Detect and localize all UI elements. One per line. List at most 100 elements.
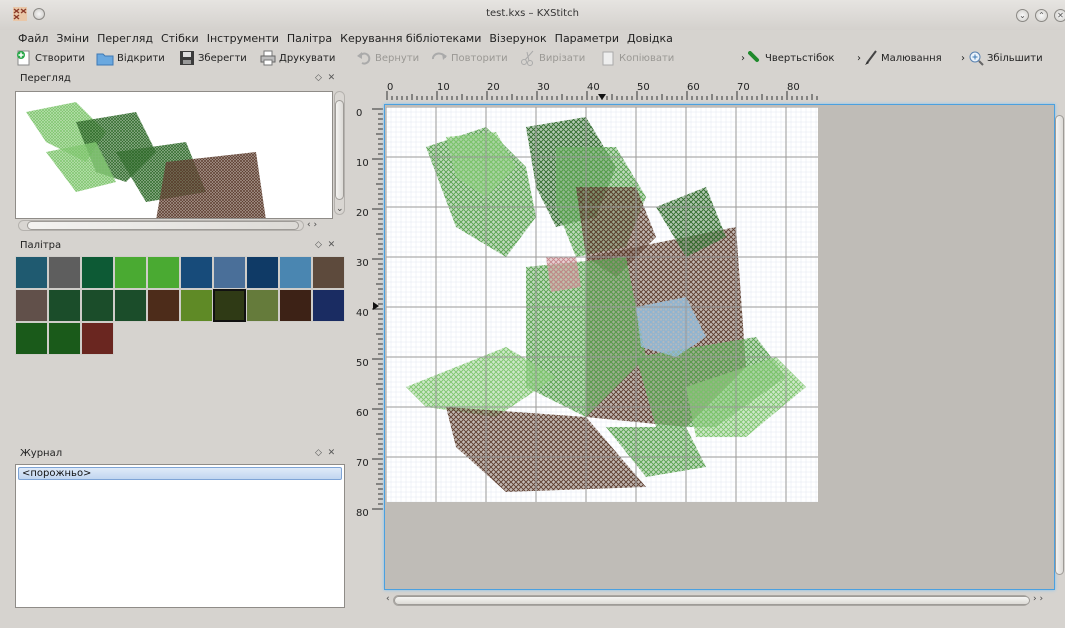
- ruler-cursor-marker: [598, 94, 606, 100]
- redo-label: Повторити: [451, 52, 508, 64]
- palette-swatch[interactable]: [213, 256, 246, 289]
- palette-swatch[interactable]: [312, 256, 345, 289]
- dock-close-icon[interactable]: ✕: [328, 448, 336, 458]
- ruler-label: 60: [687, 82, 700, 93]
- print-button[interactable]: Друкувати: [260, 49, 335, 67]
- menu-edit[interactable]: Зміни: [56, 30, 95, 47]
- history-item[interactable]: <порожньо>: [18, 467, 342, 480]
- palette-swatch[interactable]: [81, 322, 114, 355]
- scroll-left-icon[interactable]: ‹: [386, 594, 390, 604]
- horizontal-ruler-ticks: 0 10 20 30 40 50 60 70 80: [386, 82, 818, 100]
- history-dock-title: Журнал: [20, 448, 63, 459]
- palette-swatch[interactable]: [279, 289, 312, 322]
- preview-horizontal-thumb[interactable]: [27, 221, 299, 230]
- palette-swatch[interactable]: [48, 289, 81, 322]
- editor-vertical-scrollbar[interactable]: [1055, 107, 1065, 589]
- stitch-type-button[interactable]: › Чвертьстібок: [741, 49, 834, 67]
- palette-swatch[interactable]: [15, 289, 48, 322]
- preview-panel[interactable]: [15, 91, 333, 219]
- stitch-type-label: Чвертьстібок: [765, 52, 835, 64]
- float-icon[interactable]: ◇: [315, 73, 322, 83]
- dock-close-icon[interactable]: ✕: [328, 73, 336, 83]
- dock-close-icon[interactable]: ✕: [328, 240, 336, 250]
- copy-icon: [602, 51, 614, 66]
- save-button[interactable]: Зберегти: [179, 49, 247, 67]
- print-label: Друкувати: [279, 52, 336, 64]
- close-icon[interactable]: ✕: [1054, 9, 1065, 22]
- menu-stitches[interactable]: Стібки: [161, 30, 205, 47]
- palette-swatch[interactable]: [15, 322, 48, 355]
- menu-pattern[interactable]: Візерунок: [489, 30, 552, 47]
- zoom-in-icon: [969, 51, 984, 66]
- window-title: test.kxs – KXStitch: [486, 8, 579, 19]
- undo-label: Вернути: [375, 52, 420, 64]
- menu-help[interactable]: Довідка: [627, 30, 679, 47]
- preview-vertical-thumb[interactable]: [335, 100, 344, 200]
- palette-swatch[interactable]: [279, 256, 312, 289]
- zoom-in-button[interactable]: › Збільшити: [961, 49, 1043, 67]
- menu-library[interactable]: Керування бібліотеками: [340, 30, 487, 47]
- palette-swatch[interactable]: [81, 256, 114, 289]
- ruler-label: 60: [356, 408, 369, 419]
- ruler-label: 40: [587, 82, 600, 93]
- editor-horizontal-thumb[interactable]: [394, 596, 1030, 605]
- ruler-label: 80: [787, 82, 800, 93]
- quarter-stitch-icon: [748, 51, 759, 62]
- undo-button[interactable]: Вернути: [356, 49, 419, 67]
- palette-swatch[interactable]: [180, 289, 213, 322]
- ruler-label: 10: [356, 158, 369, 169]
- menu-view[interactable]: Перегляд: [97, 30, 159, 47]
- maximize-icon[interactable]: ⌃: [1035, 9, 1048, 22]
- palette-swatch[interactable]: [147, 256, 180, 289]
- palette-dock-buttons: ◇ ✕: [315, 240, 335, 250]
- menu-settings[interactable]: Параметри: [555, 30, 625, 47]
- ruler-label: 0: [356, 108, 362, 119]
- menu-bar: Файл Зміни Перегляд Стібки Інструменти П…: [0, 30, 1065, 47]
- draw-tool-button[interactable]: › Малювання: [857, 49, 942, 67]
- menu-tools[interactable]: Інструменти: [207, 30, 285, 47]
- ruler-label: 20: [487, 82, 500, 93]
- palette-swatch[interactable]: [48, 256, 81, 289]
- ruler-label: 20: [356, 208, 369, 219]
- palette-swatch[interactable]: [48, 322, 81, 355]
- palette-swatch[interactable]: [180, 256, 213, 289]
- palette-swatch[interactable]: [114, 289, 147, 322]
- redo-button[interactable]: Повторити: [430, 49, 508, 67]
- copy-button[interactable]: Копіювати: [600, 49, 674, 67]
- palette-swatch[interactable]: [213, 289, 246, 322]
- palette-swatch[interactable]: [246, 256, 279, 289]
- save-floppy-icon: [180, 51, 194, 65]
- palette-swatch[interactable]: [81, 289, 114, 322]
- palette-swatch[interactable]: [114, 256, 147, 289]
- palette-swatch[interactable]: [15, 256, 48, 289]
- open-button[interactable]: Відкрити: [96, 49, 165, 67]
- minimize-icon[interactable]: ⌄: [1016, 9, 1029, 22]
- vertical-ruler-ticks: 0 10 20 30 40 50 60 70 80: [356, 108, 383, 519]
- menu-palette[interactable]: Палітра: [287, 30, 338, 47]
- scroll-right-icon[interactable]: › ›: [1033, 594, 1043, 604]
- palette-dock-title: Палітра: [20, 240, 62, 251]
- palette-swatch[interactable]: [147, 289, 180, 322]
- new-document-icon: [17, 50, 30, 66]
- ruler-label: 30: [537, 82, 550, 93]
- undo-icon: [357, 52, 371, 65]
- palette-swatch[interactable]: [312, 289, 345, 322]
- draw-expand-arrow-icon: ›: [857, 52, 861, 64]
- editor-vertical-thumb[interactable]: [1055, 115, 1064, 575]
- open-label: Відкрити: [117, 52, 165, 64]
- float-icon[interactable]: ◇: [315, 240, 322, 250]
- preview-scroll-arrows-icon[interactable]: ‹ ›: [307, 220, 317, 230]
- preview-horizontal-scrollbar[interactable]: [18, 220, 304, 231]
- open-folder-icon: [96, 53, 114, 66]
- new-button[interactable]: Створити: [16, 49, 85, 67]
- menu-file[interactable]: Файл: [18, 30, 54, 47]
- editor-horizontal-scrollbar[interactable]: [393, 595, 1030, 606]
- preview-scroll-down-icon[interactable]: ⌄: [336, 204, 344, 214]
- preview-vertical-scrollbar[interactable]: [334, 91, 345, 215]
- ruler-label: 80: [356, 508, 369, 519]
- pattern-canvas[interactable]: [386, 107, 818, 502]
- palette-swatch[interactable]: [246, 289, 279, 322]
- cut-button[interactable]: Вирізати: [520, 49, 585, 67]
- float-icon[interactable]: ◇: [315, 448, 322, 458]
- new-label: Створити: [35, 52, 85, 64]
